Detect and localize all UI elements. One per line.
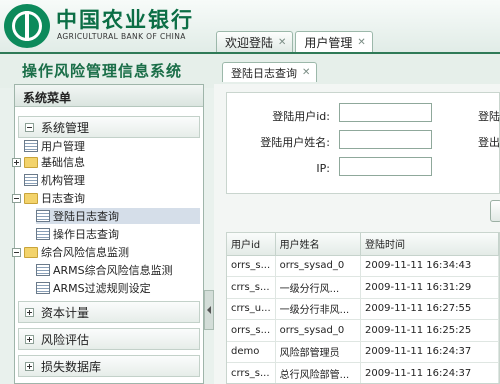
cell-user-name: orrs_sysad_0	[275, 319, 362, 342]
cell-user-id: crrs_s...	[227, 362, 276, 383]
collapse-icon[interactable]	[12, 193, 21, 203]
expand-icon[interactable]	[25, 334, 34, 344]
column-header-user-name[interactable]: 用户姓名	[275, 233, 362, 256]
close-icon[interactable]: ✕	[302, 67, 310, 78]
cell-login-time: 2009-11-11 16:31:29	[360, 276, 499, 299]
cell-user-id: demo	[227, 341, 276, 363]
tab-login-log-query-label: 登陆日志查询	[231, 66, 297, 80]
table-row[interactable]: demo 风险部管理员 2009-11-11 16:24:37	[227, 341, 499, 363]
expand-icon[interactable]	[25, 307, 34, 317]
document-icon	[36, 264, 50, 276]
tree-item-label: 综合风险信息监测	[41, 246, 129, 259]
tab-welcome-label: 欢迎登陆	[225, 36, 274, 50]
cell-login-time: 2009-11-11 16:25:25	[360, 319, 499, 342]
tree-item-label: 基础信息	[41, 156, 85, 169]
folder-icon	[24, 246, 38, 258]
section-label: 损失数据库	[41, 359, 102, 374]
cell-user-id: orrs_s...	[227, 255, 276, 277]
tab-welcome[interactable]: 欢迎登陆 ✕	[216, 31, 294, 53]
table-row[interactable]: orrs_s... orrs_sysad_0 2009-11-11 16:34:43	[227, 255, 499, 277]
sidebar-section-system-management[interactable]: 系统管理	[18, 116, 200, 138]
document-icon	[36, 282, 50, 294]
document-icon	[36, 228, 50, 240]
cell-user-name: 风险部管理员	[275, 341, 362, 363]
login-time-label: 登陆	[478, 110, 500, 123]
column-header-user-id[interactable]: 用户id	[227, 233, 276, 256]
tree-item-org-management[interactable]: 机构管理	[24, 172, 85, 188]
tree-item-login-log-query[interactable]: 登陆日志查询	[36, 208, 200, 224]
tab-user-management[interactable]: 用户管理 ✕	[295, 31, 373, 53]
tree-item-basic-info[interactable]: 基础信息	[12, 154, 85, 170]
login-log-table: 用户id 用户姓名 登陆时间 orrs_s... orrs_sysad_0 2009…	[226, 232, 500, 384]
cell-user-name: orrs_sysad_0	[275, 255, 362, 277]
user-name-label: 登陆用户姓名:	[260, 136, 330, 149]
ip-label: IP:	[316, 162, 330, 175]
table-row[interactable]: crrs_s... 总行风险部管... 2009-11-11 16:24:37	[227, 362, 499, 383]
tree-item-label: ARMS过滤规则设定	[53, 282, 151, 295]
section-label: 系统管理	[41, 120, 90, 135]
content-tab-bar: 登陆日志查询 ✕	[222, 62, 318, 82]
tab-user-management-label: 用户管理	[304, 36, 353, 50]
folder-icon	[24, 192, 38, 204]
section-label: 风险评估	[41, 332, 90, 347]
sidebar-collapse-handle[interactable]	[204, 290, 214, 330]
bank-name: 中国农业银行	[56, 7, 194, 32]
tree-item-user-management[interactable]: 用户管理	[24, 138, 85, 154]
system-title: 操作风险管理信息系统	[22, 62, 183, 80]
tree-item-log-query[interactable]: 日志查询	[12, 190, 85, 206]
close-icon[interactable]: ✕	[357, 37, 365, 48]
document-icon	[24, 140, 38, 152]
sidebar-section-loss-database[interactable]: 损失数据库	[18, 355, 200, 377]
sidebar-section-risk-assessment[interactable]: 风险评估	[18, 328, 200, 350]
user-id-label: 登陆用户id:	[272, 110, 330, 123]
cell-user-id: crrs_u...	[227, 298, 276, 320]
cell-user-id: orrs_s...	[227, 319, 276, 342]
tree-item-arms-monitoring[interactable]: ARMS综合风险信息监测	[36, 262, 173, 278]
column-header-login-time[interactable]: 登陆时间	[360, 233, 499, 256]
close-icon[interactable]: ✕	[278, 37, 286, 48]
expand-icon[interactable]	[25, 361, 34, 371]
expand-icon[interactable]	[12, 157, 21, 167]
tree-item-arms-filter-rules[interactable]: ARMS过滤规则设定	[36, 280, 151, 296]
cell-login-time: 2009-11-11 16:24:37	[360, 362, 499, 383]
cell-login-time: 2009-11-11 16:24:37	[360, 341, 499, 363]
tab-login-log-query[interactable]: 登陆日志查询 ✕	[222, 62, 318, 82]
ip-input[interactable]	[339, 157, 432, 176]
collapse-icon[interactable]	[25, 122, 34, 132]
bank-name-en: AGRICULTURAL BANK OF CHINA	[57, 32, 186, 41]
cell-login-time: 2009-11-11 16:34:43	[360, 255, 499, 277]
user-name-input[interactable]	[339, 130, 432, 149]
table-row[interactable]: orrs_s... orrs_sysad_0 2009-11-11 16:25:25	[227, 319, 499, 342]
tree-item-label: 用户管理	[41, 140, 85, 153]
cell-user-name: 一级分行非风...	[275, 298, 362, 320]
cell-user-id: crrs_s...	[227, 276, 276, 299]
table-row[interactable]: crrs_s... 一级分行风... 2009-11-11 16:31:29	[227, 276, 499, 299]
divider	[0, 52, 500, 54]
tree-item-label: ARMS综合风险信息监测	[53, 264, 173, 277]
section-label: 资本计量	[41, 305, 90, 320]
sidebar-section-capital-measurement[interactable]: 资本计量	[18, 301, 200, 323]
tree-item-label: 登陆日志查询	[53, 210, 119, 223]
cell-user-name: 总行风险部管...	[275, 362, 362, 383]
collapse-icon[interactable]	[12, 247, 21, 257]
tree-item-label: 操作日志查询	[53, 228, 119, 241]
logout-time-label: 登出	[478, 136, 500, 149]
sidebar-title: 系统菜单	[15, 85, 203, 107]
tree-item-risk-monitoring[interactable]: 综合风险信息监测	[12, 244, 129, 260]
tree-item-label: 日志查询	[41, 192, 85, 205]
folder-icon	[24, 156, 38, 168]
table-header-row: 用户id 用户姓名 登陆时间	[227, 233, 499, 256]
table-row[interactable]: crrs_u... 一级分行非风... 2009-11-11 16:27:55	[227, 298, 499, 320]
tree-item-label: 机构管理	[41, 174, 85, 187]
tree-item-operation-log-query[interactable]: 操作日志查询	[36, 226, 119, 242]
cell-user-name: 一级分行风...	[275, 276, 362, 299]
bank-logo	[4, 4, 50, 48]
cell-login-time: 2009-11-11 16:27:55	[360, 298, 499, 320]
document-icon	[36, 210, 50, 222]
top-tab-bar: 欢迎登陆 ✕ 用户管理 ✕	[216, 31, 375, 53]
user-id-input[interactable]	[339, 103, 432, 122]
document-icon	[24, 174, 38, 186]
query-button[interactable]	[490, 200, 500, 222]
